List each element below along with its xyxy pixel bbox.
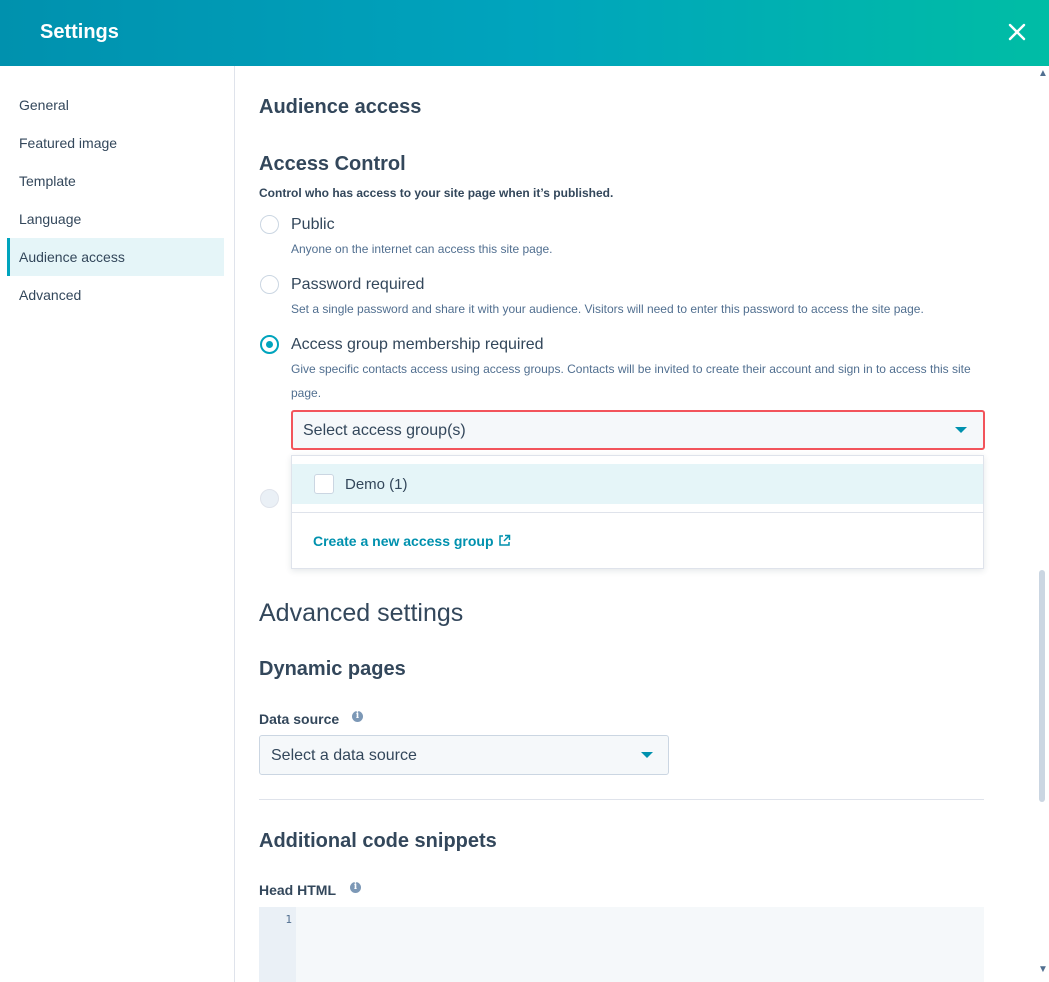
caret-down-icon: [955, 427, 967, 433]
access-group-dropdown: Demo (1) Create a new access group: [291, 455, 984, 569]
data-source-select-value: Select a data source: [271, 747, 417, 764]
scroll-down-arrow-icon[interactable]: ▼: [1038, 964, 1048, 975]
access-group-label[interactable]: Access group membership required: [291, 336, 544, 354]
password-required-label[interactable]: Password required: [291, 276, 424, 294]
dynamic-pages-heading: Dynamic pages: [259, 658, 406, 680]
head-html-label: Head HTML: [259, 882, 336, 898]
close-icon: [1008, 23, 1026, 41]
access-group-select-value: Select access group(s): [303, 422, 466, 439]
data-source-label: Data source: [259, 711, 340, 727]
access-control-heading: Access Control: [259, 153, 406, 175]
create-access-group-link[interactable]: Create a new access group: [313, 533, 511, 549]
line-number-gutter: 1: [259, 907, 296, 982]
close-button[interactable]: [1003, 18, 1031, 46]
sidebar-item-general[interactable]: General: [7, 86, 224, 124]
sidebar-item-template[interactable]: Template: [7, 162, 224, 200]
settings-content: Audience access Access Control Control w…: [235, 66, 1035, 982]
advanced-settings-heading: Advanced settings: [259, 599, 464, 627]
info-icon[interactable]: i: [352, 711, 363, 722]
create-access-group-label: Create a new access group: [313, 533, 494, 549]
data-source-select[interactable]: Select a data source: [259, 735, 669, 775]
audience-access-heading: Audience access: [259, 96, 422, 118]
settings-sidebar: General Featured image Template Language…: [0, 66, 235, 982]
sidebar-item-audience-access[interactable]: Audience access: [7, 238, 224, 276]
sidebar-item-featured-image[interactable]: Featured image: [7, 124, 224, 162]
access-group-option-checkbox[interactable]: [314, 474, 334, 494]
info-icon[interactable]: i: [350, 882, 361, 893]
line-number: 1: [285, 913, 292, 926]
access-group-option[interactable]: Demo (1): [292, 464, 983, 504]
access-group-description: Give specific contacts access using acce…: [291, 362, 971, 400]
external-link-icon: [498, 534, 510, 546]
password-required-description: Set a single password and share it with …: [291, 302, 924, 316]
access-group-option-label: Demo (1): [345, 476, 408, 493]
scroll-up-arrow-icon[interactable]: ▲: [1038, 68, 1048, 79]
code-snippets-heading: Additional code snippets: [259, 830, 497, 852]
dropdown-divider: [292, 512, 983, 513]
public-radio-description: Anyone on the internet can access this s…: [291, 242, 553, 256]
public-radio-label[interactable]: Public: [291, 216, 335, 234]
access-group-select[interactable]: Select access group(s): [291, 410, 985, 450]
section-divider: [259, 799, 984, 800]
caret-down-icon: [641, 752, 653, 758]
settings-header: Settings: [0, 0, 1049, 66]
access-control-help-text: Control who has access to your site page…: [259, 186, 614, 200]
scrollbar-thumb[interactable]: [1039, 570, 1045, 802]
content-scrollbar[interactable]: ▲ ▼: [1035, 66, 1049, 982]
hidden-option-radio[interactable]: [260, 489, 279, 508]
settings-title: Settings: [40, 21, 119, 43]
sidebar-item-advanced[interactable]: Advanced: [7, 276, 224, 314]
public-radio[interactable]: [260, 215, 279, 234]
password-required-radio[interactable]: [260, 275, 279, 294]
access-group-radio[interactable]: [260, 335, 279, 354]
sidebar-item-language[interactable]: Language: [7, 200, 224, 238]
head-html-editor[interactable]: 1: [259, 907, 984, 982]
